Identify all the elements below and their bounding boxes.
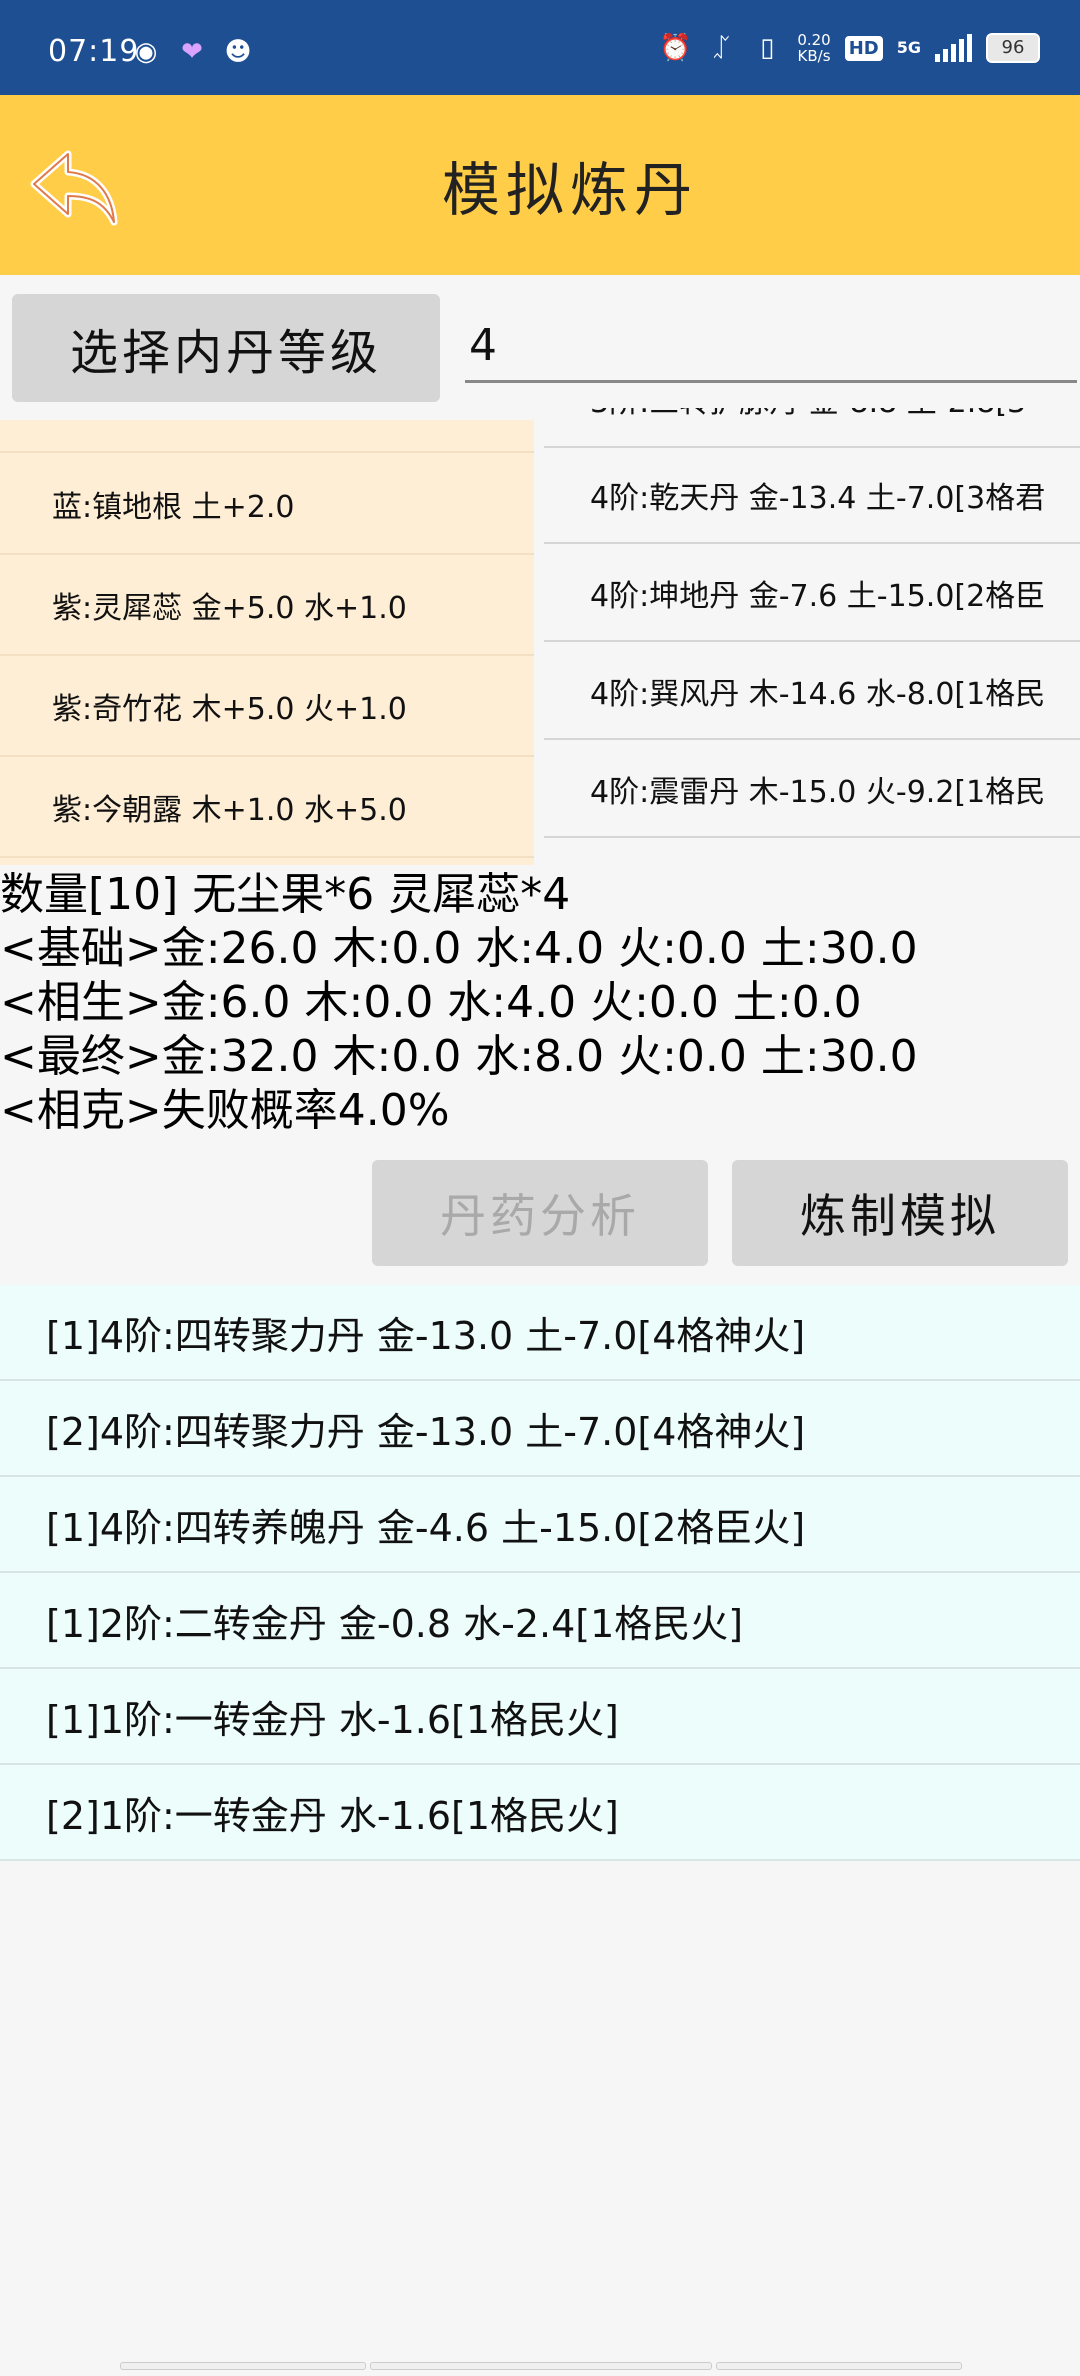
status-time: 07:19 (48, 34, 140, 69)
list-item[interactable]: 4阶:巽风丹 木-14.6 水-8.0[1格民 (544, 644, 1080, 740)
list-item[interactable]: 4阶:乾天丹 金-13.4 土-7.0[3格君 (544, 448, 1080, 544)
result-conflict: <相克>失败概率4.0% (0, 1085, 450, 1136)
nav-indicator (716, 2362, 962, 2370)
list-item[interactable]: [1]2阶:二转金丹 金-0.8 水-2.4[1格民火] (0, 1573, 1080, 1669)
list-item[interactable] (0, 420, 534, 453)
signal-icon (935, 34, 972, 62)
page-title: 模拟炼丹 (441, 156, 698, 224)
list-item[interactable]: [2]4阶:四转聚力丹 金-13.0 土-7.0[4格神火] (0, 1381, 1080, 1477)
list-item[interactable]: 4阶:震雷丹 木-15.0 火-9.2[1格民 (544, 742, 1080, 838)
select-level-button[interactable]: 选择内丹等级 (12, 294, 440, 402)
list-item[interactable]: [1]1阶:一转金丹 水-1.6[1格民火] (0, 1669, 1080, 1765)
battery-icon: 96 (986, 33, 1040, 63)
list-item[interactable]: 紫:奇竹花 木+5.0 火+1.0 (0, 656, 534, 757)
heart-wing-icon: ❤ (181, 37, 203, 67)
analyze-button[interactable]: 丹药分析 (372, 1160, 708, 1266)
result-final: <最终>金:32.0 木:0.0 水:8.0 火:0.0 土:30.0 (0, 1031, 918, 1082)
hd-badge: HD (844, 35, 883, 61)
list-item[interactable]: 4阶:坤地丹 金-7.6 土-15.0[2格臣 (544, 546, 1080, 642)
simulate-button[interactable]: 炼制模拟 (732, 1160, 1068, 1266)
list-item[interactable]: 紫:今朝露 木+1.0 水+5.0 (0, 757, 534, 858)
alarm-icon: ⏰ (659, 33, 692, 63)
bluetooth-icon: ᛢ (713, 33, 730, 63)
net-speed: 0.20 KB/s (797, 31, 831, 65)
globe-icon: ◉ (134, 37, 158, 67)
nav-indicator (120, 2362, 366, 2370)
level-input[interactable] (465, 310, 1077, 383)
penguin-icon: ☻ (224, 37, 252, 67)
ingredient-list[interactable]: 蓝:镇地根 土+2.0 紫:灵犀蕊 金+5.0 水+1.0 紫:奇竹花 木+5.… (0, 420, 534, 865)
recipe-list[interactable]: 3阶:三转护脉丹 金-8.8 土-2.8[3 4阶:乾天丹 金-13.4 土-7… (544, 408, 1080, 868)
vibrate-icon: ▯ (760, 33, 775, 63)
result-count: 数量[10] 无尘果*6 灵犀蕊*4 (0, 869, 571, 920)
app-bar: 模拟炼丹 (0, 95, 1080, 275)
network-type: 5G (896, 38, 921, 57)
result-base: <基础>金:26.0 木:0.0 水:4.0 火:0.0 土:30.0 (0, 923, 918, 974)
list-item[interactable]: 蓝:镇地根 土+2.0 (0, 454, 534, 555)
list-item[interactable]: [1]4阶:四转聚力丹 金-13.0 土-7.0[4格神火] (0, 1285, 1080, 1381)
list-item[interactable]: [2]1阶:一转金丹 水-1.6[1格民火] (0, 1765, 1080, 1861)
result-synergy: <相生>金:6.0 木:0.0 水:4.0 火:0.0 土:0.0 (0, 977, 862, 1028)
output-list[interactable]: [1]4阶:四转聚力丹 金-13.0 土-7.0[4格神火] [2]4阶:四转聚… (0, 1285, 1080, 1861)
status-bar: 07:19 ◉ ❤ ☻ ⏰ ᛢ ▯ 0.20 KB/s HD 5G 96 (0, 0, 1080, 95)
nav-indicator (370, 2362, 712, 2370)
list-item[interactable]: [1]4阶:四转养魄丹 金-4.6 土-15.0[2格臣火] (0, 1477, 1080, 1573)
result-panel: 数量[10] 无尘果*6 灵犀蕊*4 <基础>金:26.0 木:0.0 水:4.… (0, 868, 1080, 1138)
list-item[interactable]: 紫:灵犀蕊 金+5.0 水+1.0 (0, 555, 534, 656)
list-item[interactable]: 3阶:三转护脉丹 金-8.8 土-2.8[3 (544, 408, 1080, 448)
